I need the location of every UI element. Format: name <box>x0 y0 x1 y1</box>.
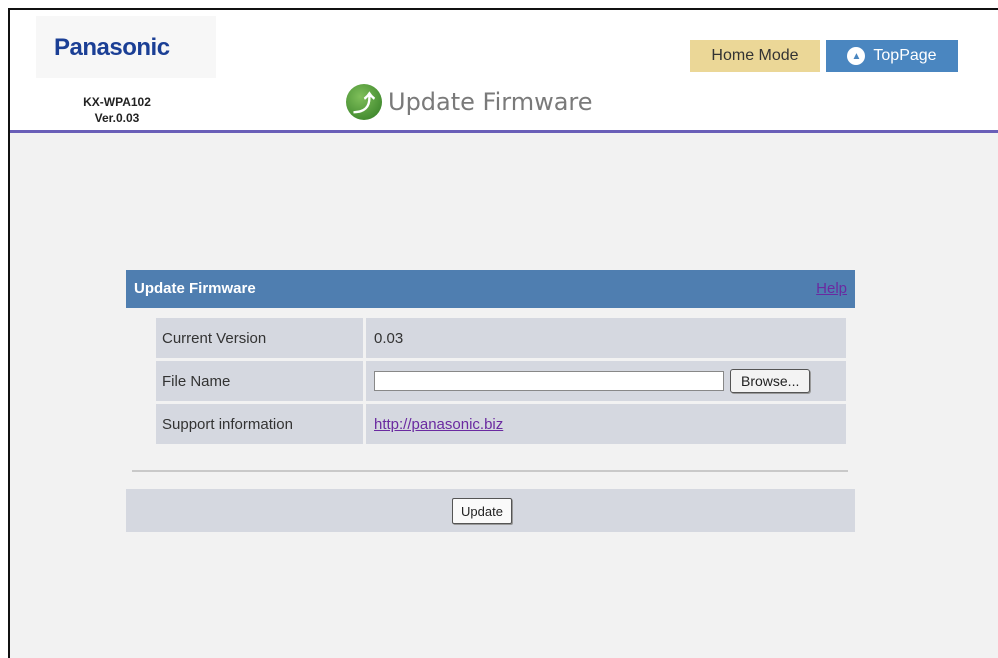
toppage-label: TopPage <box>873 47 937 64</box>
support-info-cell: http://panasonic.biz <box>366 404 846 444</box>
file-name-row: File Name Browse... <box>156 361 846 401</box>
page-title: Update Firmware <box>388 88 593 116</box>
page-title-area: ⤴ Update Firmware <box>346 82 593 122</box>
panel-header: Update Firmware Help <box>126 270 855 308</box>
current-version-row: Current Version 0.03 <box>156 318 846 358</box>
browse-button[interactable]: Browse... <box>730 369 811 393</box>
help-link[interactable]: Help <box>816 280 847 297</box>
file-name-label: File Name <box>156 361 363 401</box>
current-version-label: Current Version <box>156 318 363 358</box>
support-info-label: Support information <box>156 404 363 444</box>
update-button[interactable]: Update <box>452 498 512 524</box>
section-divider <box>132 470 848 472</box>
home-mode-button[interactable]: Home Mode <box>690 40 820 72</box>
firmware-version-label: Ver.0.03 <box>94 111 140 125</box>
header: Panasonic KX-WPA102 Ver.0.03 ⤴ Update Fi… <box>10 10 998 132</box>
file-name-cell: Browse... <box>366 361 846 401</box>
panel-title: Update Firmware <box>134 280 256 297</box>
frame-border-left <box>8 8 10 658</box>
up-arrow-icon: ▲ <box>847 47 866 65</box>
model-name: KX-WPA102 <box>83 95 151 109</box>
action-bar: Update <box>126 489 855 532</box>
model-info: KX-WPA102 Ver.0.03 <box>62 94 172 126</box>
file-name-input[interactable] <box>374 371 724 391</box>
panasonic-logo: Panasonic <box>54 34 170 61</box>
page-frame: Panasonic KX-WPA102 Ver.0.03 ⤴ Update Fi… <box>0 0 998 658</box>
frame-border-top <box>8 8 998 10</box>
toppage-button[interactable]: ▲ TopPage <box>826 40 958 72</box>
support-info-row: Support information http://panasonic.biz <box>156 404 846 444</box>
current-version-value: 0.03 <box>366 318 846 358</box>
update-arrow-icon: ⤴ <box>346 84 382 120</box>
support-link[interactable]: http://panasonic.biz <box>374 416 503 433</box>
logo-area: Panasonic <box>36 16 216 78</box>
